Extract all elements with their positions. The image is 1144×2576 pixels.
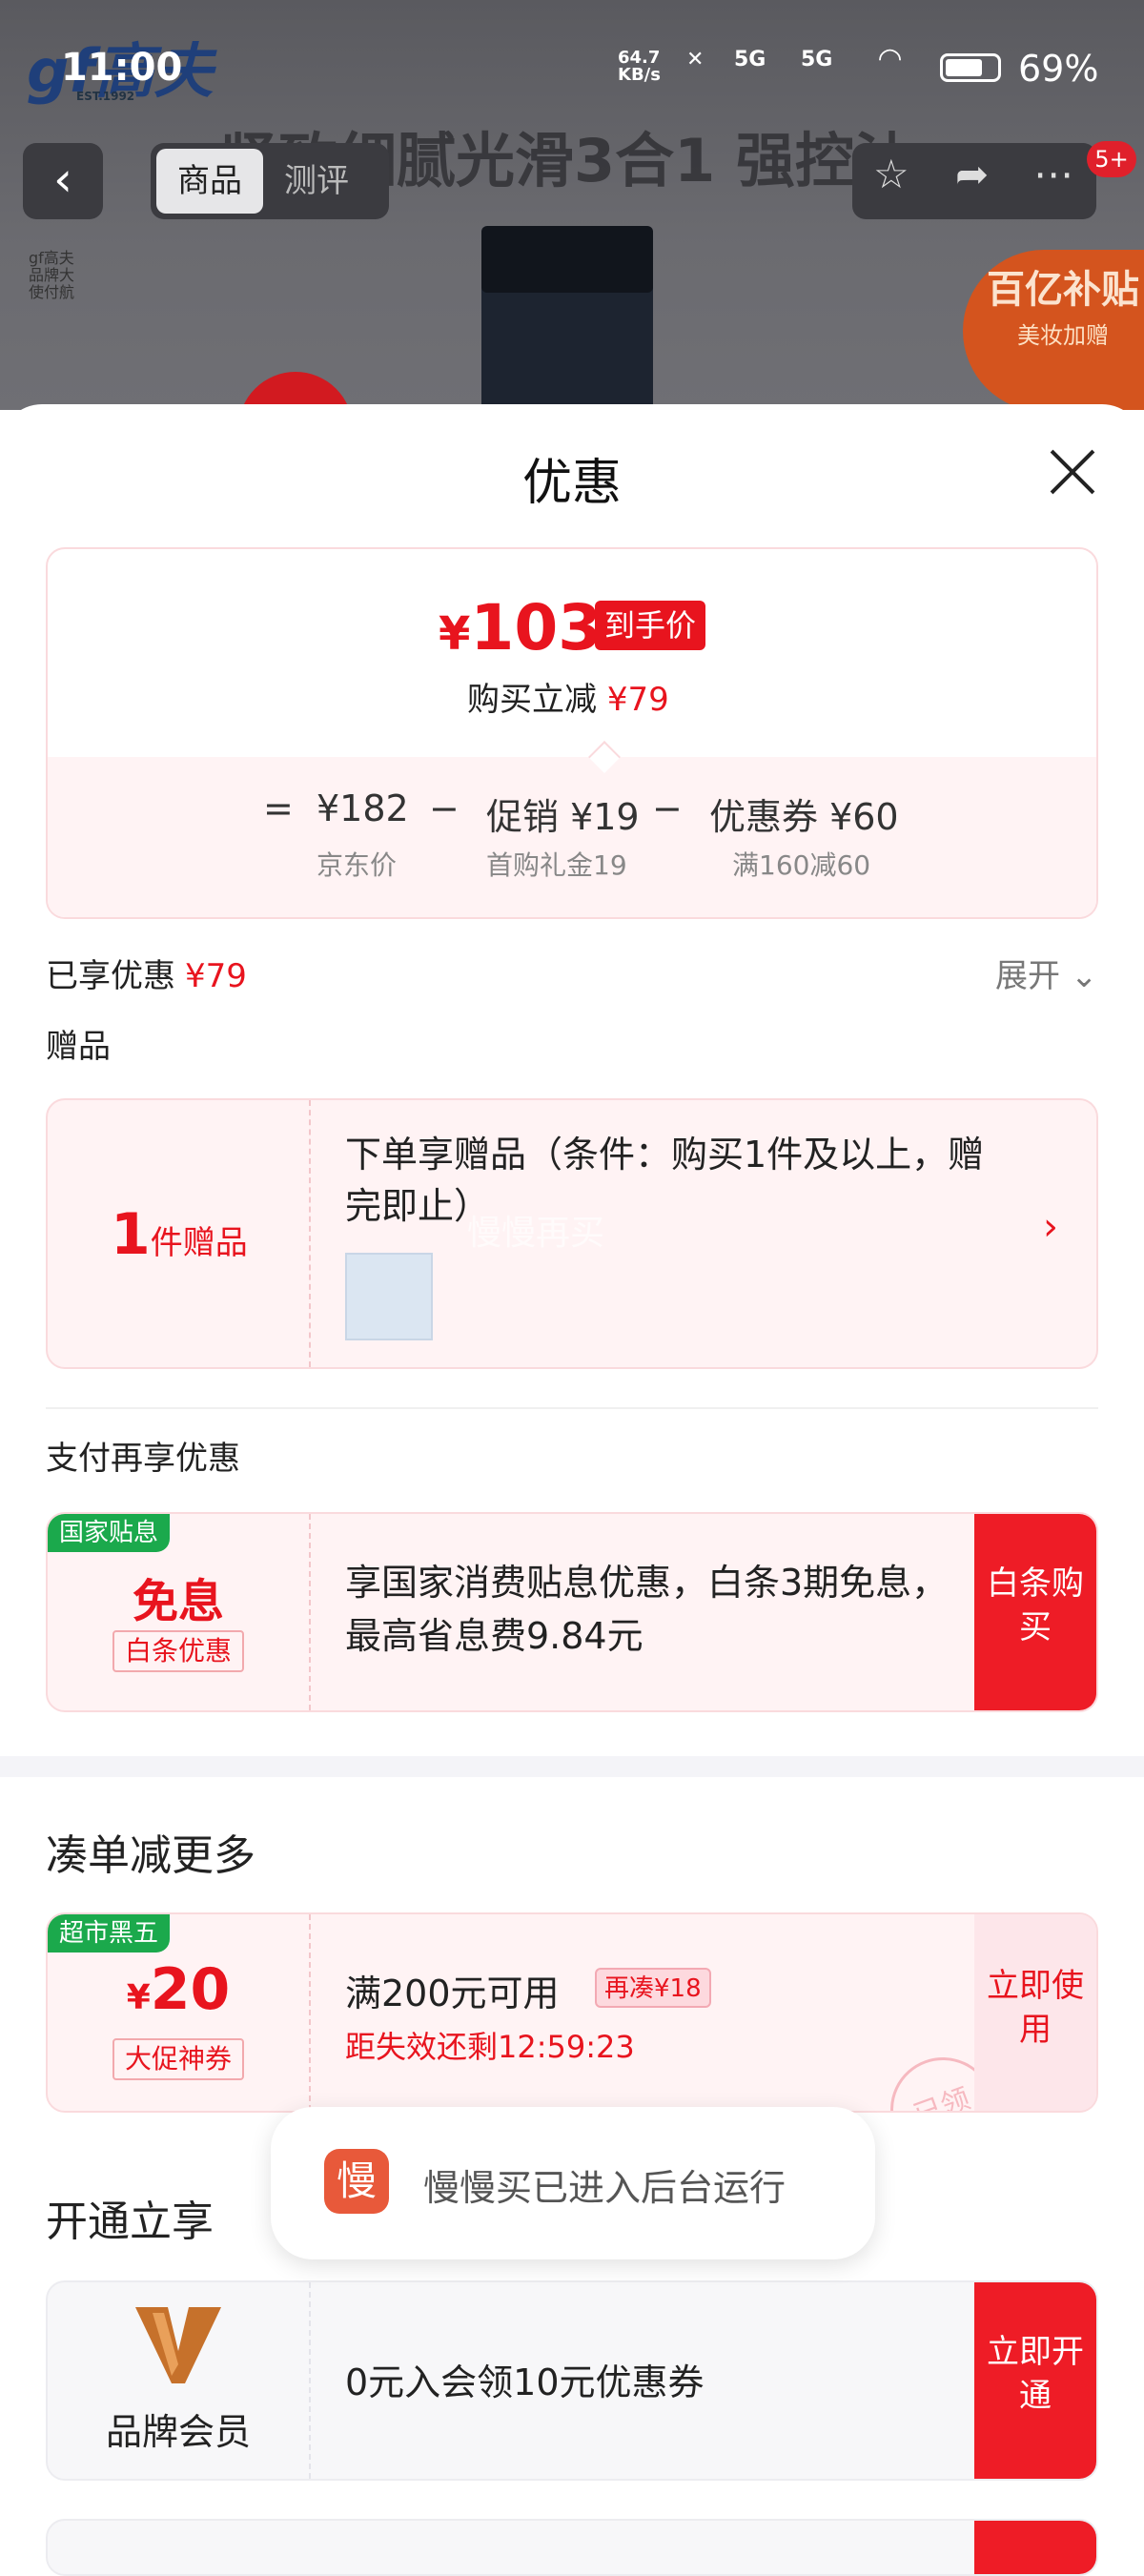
more-section-title: 凑单减更多	[46, 1831, 255, 1880]
subsidy-tag: 国家贴息	[48, 1514, 171, 1552]
price-card: ¥103 到手价 购买立减 ¥79 = ¥182 京东价 − 促销 ¥19 首购…	[46, 547, 1098, 919]
minus-sign-2: −	[652, 787, 683, 829]
status-bar: 11:00 64.7 KB/s ✕ 5G 5G ◠ 69%	[0, 0, 1144, 133]
back-button[interactable]: ‹	[23, 143, 103, 219]
net-speed: 64.7 KB/s	[618, 48, 661, 85]
subsidy-badge: 百亿补贴 美妆加赠	[963, 250, 1144, 410]
final-price: ¥103	[439, 591, 603, 664]
equals-sign: =	[263, 787, 294, 829]
baitiao-buy-button[interactable]: 白条购买	[974, 1514, 1096, 1710]
brand-v-icon	[135, 2307, 221, 2383]
product-image	[481, 226, 653, 410]
next-card-button[interactable]	[974, 2521, 1096, 2574]
ambassador-text: gf高夫品牌大使付航	[29, 249, 75, 301]
gift-section-title: 赠品	[46, 1028, 111, 1066]
tab-review[interactable]: 测评	[284, 149, 349, 214]
baitiao-desc: 享国家消费贴息优惠，白条3期免息，最高省息费9.84元	[345, 1562, 949, 1657]
signal-5g-icon: 5G	[734, 48, 766, 72]
cart-badge: 5+	[1087, 141, 1136, 177]
jd-price: ¥182	[317, 787, 409, 829]
section-separator	[0, 1756, 1144, 1777]
sheet-title: 优惠	[521, 455, 622, 512]
mute-icon: ✕	[686, 48, 705, 72]
enjoyed-discount: 已享优惠 ¥79	[46, 957, 247, 995]
gift-thumbnail[interactable]	[345, 1253, 433, 1340]
gift-count: 1件赠品	[111, 1201, 248, 1268]
baitiao-card[interactable]: 国家贴息 免息 白条优惠 享国家消费贴息优惠，白条3期免息，最高省息费9.84元…	[46, 1512, 1098, 1712]
coupon-value: ¥20	[126, 1956, 231, 2023]
signal-5g-icon-2: 5G	[801, 48, 833, 72]
coupon-condition: 满200元可用	[345, 1973, 560, 2014]
watermark: 慢慢再买	[467, 1214, 605, 1253]
black-friday-tag: 超市黑五	[48, 1914, 171, 1952]
member-card[interactable]: 品牌会员 0元入会领10元优惠券 立即开通	[46, 2280, 1098, 2481]
brand-member-label: 品牌会员	[105, 2411, 251, 2453]
nav-actions: ☆ ➦ ⋯	[852, 143, 1096, 219]
divider	[46, 1407, 1098, 1409]
baitiao-badge: 白条优惠	[112, 1630, 244, 1672]
coupon-label: 满160减60	[732, 849, 871, 881]
interest-free-label: 免息	[132, 1575, 224, 1628]
final-price-tag: 到手价	[595, 601, 706, 650]
coupon-countdown: 距失效还剩12:59:23	[345, 2029, 635, 2065]
background-run-toast: 慢 慢慢买已进入后台运行	[271, 2107, 875, 2259]
battery-icon	[940, 53, 1001, 82]
more-icon[interactable]: ⋯	[1033, 151, 1073, 197]
chevron-right-icon: ›	[1043, 1205, 1058, 1249]
open-member-button[interactable]: 立即开通	[974, 2282, 1096, 2479]
toast-text: 慢慢买已进入后台运行	[423, 2167, 786, 2209]
jd-price-label: 京东价	[317, 849, 398, 881]
coupon-card[interactable]: 超市黑五 ¥20 大促神券 满200元可用 再凑¥18 距失效还剩12:59:2…	[46, 1912, 1098, 2113]
promo-label: 首购礼金19	[486, 849, 627, 881]
open-section-title: 开通立享	[46, 2198, 214, 2246]
close-icon[interactable]	[1047, 446, 1098, 498]
product-tabs: 商品 测评	[151, 143, 389, 219]
battery-percent: 69%	[1018, 48, 1099, 90]
app-icon: 慢	[324, 2149, 389, 2214]
tab-product[interactable]: 商品	[156, 149, 263, 214]
pay-section-title: 支付再享优惠	[46, 1440, 240, 1478]
next-card	[46, 2519, 1098, 2576]
share-icon[interactable]: ➦	[955, 151, 989, 197]
status-time: 11:00	[61, 46, 183, 90]
minus-sign: −	[429, 787, 460, 829]
member-offer-desc: 0元入会领10元优惠券	[345, 2361, 705, 2403]
reduce-line: 购买立减 ¥79	[467, 681, 669, 719]
chevron-left-icon: ‹	[53, 152, 72, 207]
gift-card[interactable]: 1件赠品 下单享赠品（条件：购买1件及以上，赠完即止） 慢慢再买 ›	[46, 1098, 1098, 1369]
coupon-amount: 优惠券 ¥60	[709, 796, 899, 838]
star-icon[interactable]: ☆	[873, 151, 909, 197]
use-now-button[interactable]: 立即使用	[974, 1914, 1096, 2111]
coupon-type-badge: 大促神券	[112, 2038, 244, 2080]
promo-amount: 促销 ¥19	[486, 796, 640, 838]
chevron-down-icon: ⌄	[1070, 957, 1098, 995]
add-more-tag: 再凑¥18	[595, 1968, 711, 2008]
gift-desc: 下单享赠品（条件：购买1件及以上，赠完即止）	[345, 1134, 985, 1227]
expand-button[interactable]: 展开 ⌄	[995, 950, 1097, 996]
wifi-icon: ◠	[879, 42, 902, 75]
